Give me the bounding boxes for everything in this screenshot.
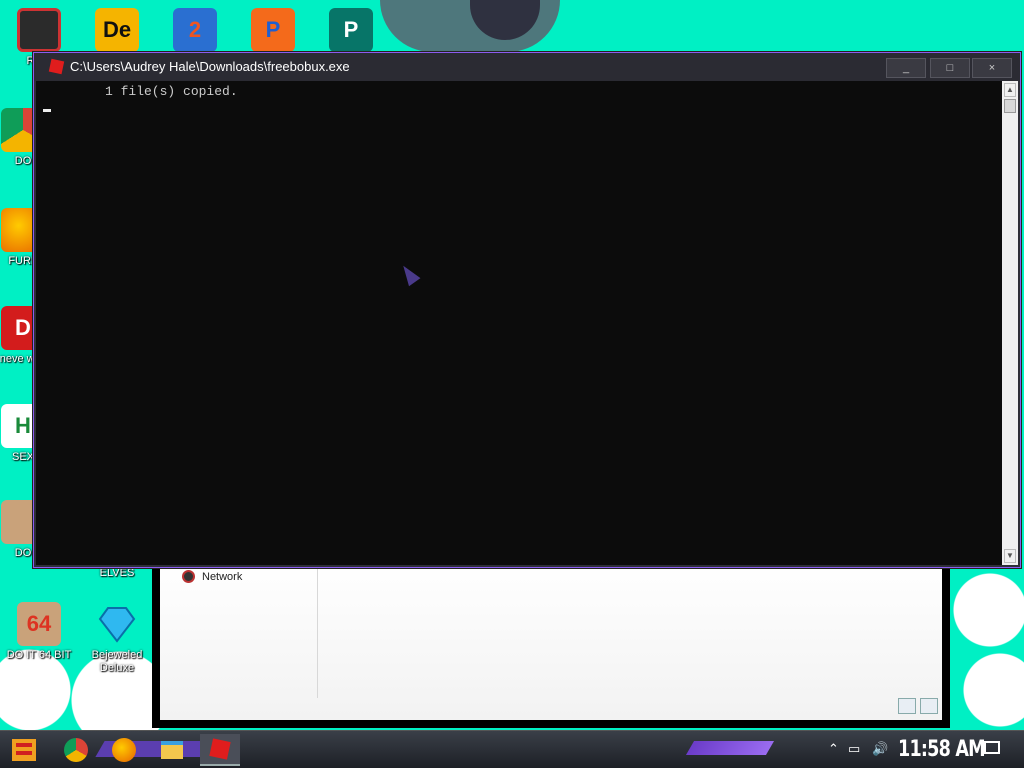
desktop-icon-label: ELVES (99, 567, 135, 579)
scroll-up-arrow-icon[interactable]: ▲ (1004, 83, 1016, 97)
scroll-down-arrow-icon[interactable]: ▼ (1004, 549, 1016, 563)
taskbar: ⌃ ▭ 🔊 11:58 AM (0, 730, 1024, 768)
bejeweled-icon (95, 602, 139, 646)
clock[interactable]: 11:58 AM (898, 737, 986, 762)
app-p-icon: P (251, 8, 295, 52)
desktop-icon-label: DO IT 64 BIT (6, 649, 72, 661)
app-2-icon: 2 (173, 8, 217, 52)
recycle-bin-icon (17, 8, 61, 52)
network-icon (182, 570, 195, 583)
close-button[interactable]: × (972, 58, 1012, 78)
taskbar-roblox[interactable] (200, 734, 240, 766)
chrome-icon (64, 738, 88, 762)
console-window[interactable]: C:\Users\Audrey Hale\Downloads\freebobux… (33, 52, 1021, 568)
publisher-icon: P (329, 8, 373, 52)
console-output[interactable]: 1 file(s) copied. (36, 81, 1002, 565)
large-icons-view-button[interactable] (920, 698, 938, 714)
start-button[interactable] (8, 735, 40, 765)
portrait-64-icon: 64 (17, 602, 61, 646)
taskbar-file-explorer[interactable] (152, 734, 192, 766)
desktop-icon-app-2[interactable]: 2 (160, 8, 230, 52)
details-view-button[interactable] (898, 698, 916, 714)
action-center-icon[interactable] (984, 741, 1000, 754)
volume-icon[interactable]: 🔊 (872, 741, 888, 757)
desktop-icon-bejeweled[interactable]: Bejeweled Deluxe (82, 602, 152, 675)
maximize-button[interactable]: □ (930, 58, 970, 78)
explorer-content: Network (160, 562, 942, 720)
file-explorer-window[interactable]: Network (152, 560, 950, 728)
taskbar-accent (685, 741, 775, 755)
vertical-scrollbar[interactable]: ▲ ▼ (1002, 81, 1018, 565)
desktop-icon-daemon-tools[interactable]: De (82, 8, 152, 52)
output-line: 1 file(s) copied. (105, 84, 238, 99)
roblox-icon (209, 738, 231, 760)
taskbar-firefox[interactable] (104, 734, 144, 766)
navigation-pane: Network (160, 562, 318, 698)
text-cursor (43, 109, 51, 112)
daemon-tools-icon: De (95, 8, 139, 52)
console-titlebar[interactable]: C:\Users\Audrey Hale\Downloads\freebobux… (34, 53, 1020, 81)
window-title: C:\Users\Audrey Hale\Downloads\freebobux… (70, 59, 350, 74)
show-hidden-icons-icon[interactable]: ⌃ (828, 741, 839, 757)
minimize-button[interactable]: _ (886, 58, 926, 78)
nav-item-network[interactable]: Network (182, 570, 242, 583)
start-icon (12, 739, 36, 761)
desktop-icon-do-it-64-bit[interactable]: 64 DO IT 64 BIT (4, 602, 74, 662)
file-explorer-icon (161, 741, 183, 759)
desktop-icon-app-p[interactable]: P (238, 8, 308, 52)
nav-item-label: Network (202, 570, 243, 583)
network-tray-icon[interactable]: ▭ (848, 741, 860, 757)
desktop-icon-label: Bejeweled Deluxe (91, 649, 143, 674)
scrollbar-thumb[interactable] (1004, 99, 1016, 113)
taskbar-chrome[interactable] (56, 734, 96, 766)
roblox-icon (48, 58, 65, 75)
firefox-icon (112, 738, 136, 762)
desktop-icon-publisher[interactable]: P (316, 8, 386, 52)
